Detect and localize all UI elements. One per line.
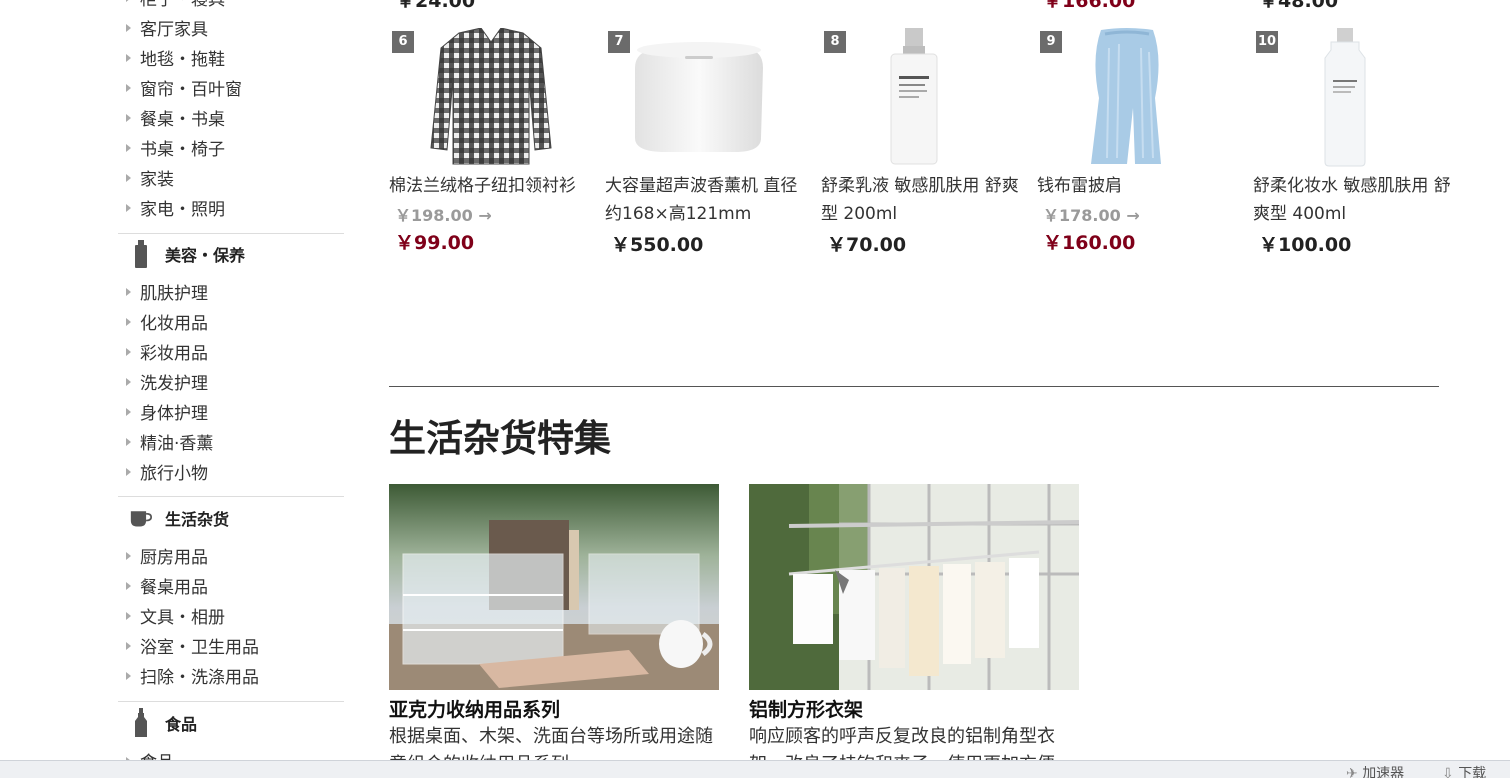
feature-card[interactable]: 铝制方形衣架 响应顾客的呼声反复改良的铝制角型衣架，改良了挂钩和夹子，使用更加方… xyxy=(749,484,1079,778)
sidebar-item-aroma[interactable]: 精油·香薰 xyxy=(126,429,213,459)
sidebar-item-bodycare[interactable]: 身体护理 xyxy=(126,399,208,429)
product-name[interactable]: 棉法兰绒格子纽扣领衬衫 xyxy=(389,172,589,200)
sidebar-item-desk-chair[interactable]: 书桌・椅子 xyxy=(126,135,225,165)
triangle-icon xyxy=(126,318,131,326)
food-bottle-icon xyxy=(130,708,152,738)
rank-badge: 9 xyxy=(1040,31,1062,53)
triangle-icon xyxy=(126,24,131,32)
original-price: ￥198.00 → xyxy=(395,206,492,225)
download-icon: ⇩ xyxy=(1442,766,1454,778)
sale-price: ￥99.00 xyxy=(395,232,475,254)
sidebar-item-bathroom[interactable]: 浴室・卫生用品 xyxy=(126,633,259,663)
feature-image[interactable] xyxy=(749,484,1079,690)
sale-price: ￥160.00 xyxy=(1043,232,1136,254)
bottle-icon xyxy=(130,239,152,269)
triangle-icon xyxy=(126,204,131,212)
triangle-icon xyxy=(126,288,131,296)
product-card[interactable]: 9 钱布雷披肩 ￥178.00 → ￥160.00 xyxy=(1037,28,1237,255)
product-image[interactable]: 8 xyxy=(821,28,1021,168)
triangle-icon xyxy=(126,84,131,92)
sidebar-item-skincare[interactable]: 肌肤护理 xyxy=(126,279,208,309)
rank-badge: 6 xyxy=(392,31,414,53)
rocket-icon: ✈ xyxy=(1346,766,1358,778)
aroma-diffuser-image xyxy=(635,42,763,152)
sidebar-item-kitchen[interactable]: 厨房用品 xyxy=(126,543,208,573)
rank-badge: 10 xyxy=(1256,31,1278,53)
product-card[interactable]: 6 棉法兰绒格子纽扣领衬衫 ￥198.00 → ￥99.00 xyxy=(389,27,589,255)
browser-status-bar: ✈ 加速器 ⇩ 下载 xyxy=(0,760,1510,778)
toner-bottle-image xyxy=(1324,28,1366,167)
triangle-icon xyxy=(126,612,131,620)
sidebar-heading-goods[interactable]: 生活杂货 xyxy=(130,501,229,535)
sidebar-item-rugs-slippers[interactable]: 地毯・拖鞋 xyxy=(126,45,225,75)
triangle-icon xyxy=(126,378,131,386)
hanger-photo xyxy=(749,484,1079,690)
accelerator-button[interactable]: ✈ 加速器 xyxy=(1346,763,1404,778)
sidebar-item-stationery[interactable]: 文具・相册 xyxy=(126,603,225,633)
sidebar-item-makeup[interactable]: 彩妆用品 xyxy=(126,339,208,369)
prev-row-price-3: ￥48.00 xyxy=(1259,0,1339,12)
price: ￥70.00 xyxy=(827,234,907,256)
sidebar-divider xyxy=(118,701,344,702)
blue-scarf-image xyxy=(1091,28,1161,164)
section-title: 生活杂货特集 xyxy=(389,417,611,460)
sidebar-item-travel[interactable]: 旅行小物 xyxy=(126,459,208,489)
sidebar-item-dining-desk[interactable]: 餐桌・书桌 xyxy=(126,105,225,135)
sidebar-item-cosmetics[interactable]: 化妆用品 xyxy=(126,309,208,339)
feature-image[interactable] xyxy=(389,484,719,690)
triangle-icon xyxy=(126,582,131,590)
triangle-icon xyxy=(126,438,131,446)
product-image[interactable]: 9 xyxy=(1037,28,1237,168)
triangle-icon xyxy=(126,0,131,2)
sidebar-heading-beauty[interactable]: 美容・保养 xyxy=(130,237,245,271)
triangle-icon xyxy=(126,348,131,356)
sidebar-item-cleaning[interactable]: 扫除・洗涤用品 xyxy=(126,663,259,693)
price: ￥550.00 xyxy=(611,234,704,256)
triangle-icon xyxy=(126,114,131,122)
product-card[interactable]: 8 舒柔乳液 敏感肌肤用 舒爽型 200ml ￥70.00 xyxy=(821,28,1021,257)
feature-title[interactable]: 铝制方形衣架 xyxy=(749,697,1079,723)
sidebar-item-cabinet-bedding[interactable]: 柜子・寝具 xyxy=(126,0,225,15)
product-image[interactable]: 6 xyxy=(389,27,589,168)
rank-badge: 8 xyxy=(824,31,846,53)
download-button[interactable]: ⇩ 下载 xyxy=(1442,763,1486,778)
sidebar-item-tableware[interactable]: 餐桌用品 xyxy=(126,573,208,603)
section-divider xyxy=(389,386,1439,387)
triangle-icon xyxy=(126,552,131,560)
triangle-icon xyxy=(126,174,131,182)
triangle-icon xyxy=(126,672,131,680)
product-image[interactable]: 7 xyxy=(605,28,805,168)
sidebar-divider xyxy=(118,233,344,234)
sidebar-item-home-decor[interactable]: 家装 xyxy=(126,165,174,195)
price: ￥100.00 xyxy=(1259,234,1352,256)
lotion-bottle-image xyxy=(890,28,938,165)
sidebar-item-living-furniture[interactable]: 客厅家具 xyxy=(126,15,208,45)
product-card[interactable]: 7 大容量超声波香薰机 直径约168×高121mm ￥550.00 xyxy=(605,28,805,257)
plaid-shirt-image xyxy=(430,27,552,165)
triangle-icon xyxy=(126,54,131,62)
triangle-icon xyxy=(126,144,131,152)
product-name[interactable]: 钱布雷披肩 xyxy=(1037,172,1237,200)
triangle-icon xyxy=(126,408,131,416)
original-price: ￥178.00 → xyxy=(1043,206,1140,225)
acrylic-storage-photo xyxy=(389,484,719,690)
product-name[interactable]: 大容量超声波香薰机 直径约168×高121mm xyxy=(605,172,805,228)
triangle-icon xyxy=(126,642,131,650)
product-name[interactable]: 舒柔化妆水 敏感肌肤用 舒爽型 400ml xyxy=(1253,172,1453,228)
sidebar-item-appliances-lighting[interactable]: 家电・照明 xyxy=(126,195,225,225)
product-image[interactable]: 10 xyxy=(1253,28,1453,168)
prev-row-price-2: ￥166.00 xyxy=(1043,0,1136,12)
cup-icon xyxy=(130,503,152,533)
product-name[interactable]: 舒柔乳液 敏感肌肤用 舒爽型 200ml xyxy=(821,172,1021,228)
feature-title[interactable]: 亚克力收纳用品系列 xyxy=(389,697,719,723)
feature-card[interactable]: 亚克力收纳用品系列 根据桌面、木架、洗面台等场所或用途随意组合的收纳用品系列。 xyxy=(389,484,719,778)
sidebar-item-curtains[interactable]: 窗帘・百叶窗 xyxy=(126,75,242,105)
sidebar-divider xyxy=(118,496,344,497)
triangle-icon xyxy=(126,468,131,476)
prev-row-price-1: ￥24.00 xyxy=(396,0,476,12)
product-card[interactable]: 10 舒柔化妆水 敏感肌肤用 舒爽型 400ml ￥100.00 xyxy=(1253,28,1453,257)
rank-badge: 7 xyxy=(608,31,630,53)
sidebar-item-haircare[interactable]: 洗发护理 xyxy=(126,369,208,399)
sidebar-heading-food[interactable]: 食品 xyxy=(130,706,197,740)
